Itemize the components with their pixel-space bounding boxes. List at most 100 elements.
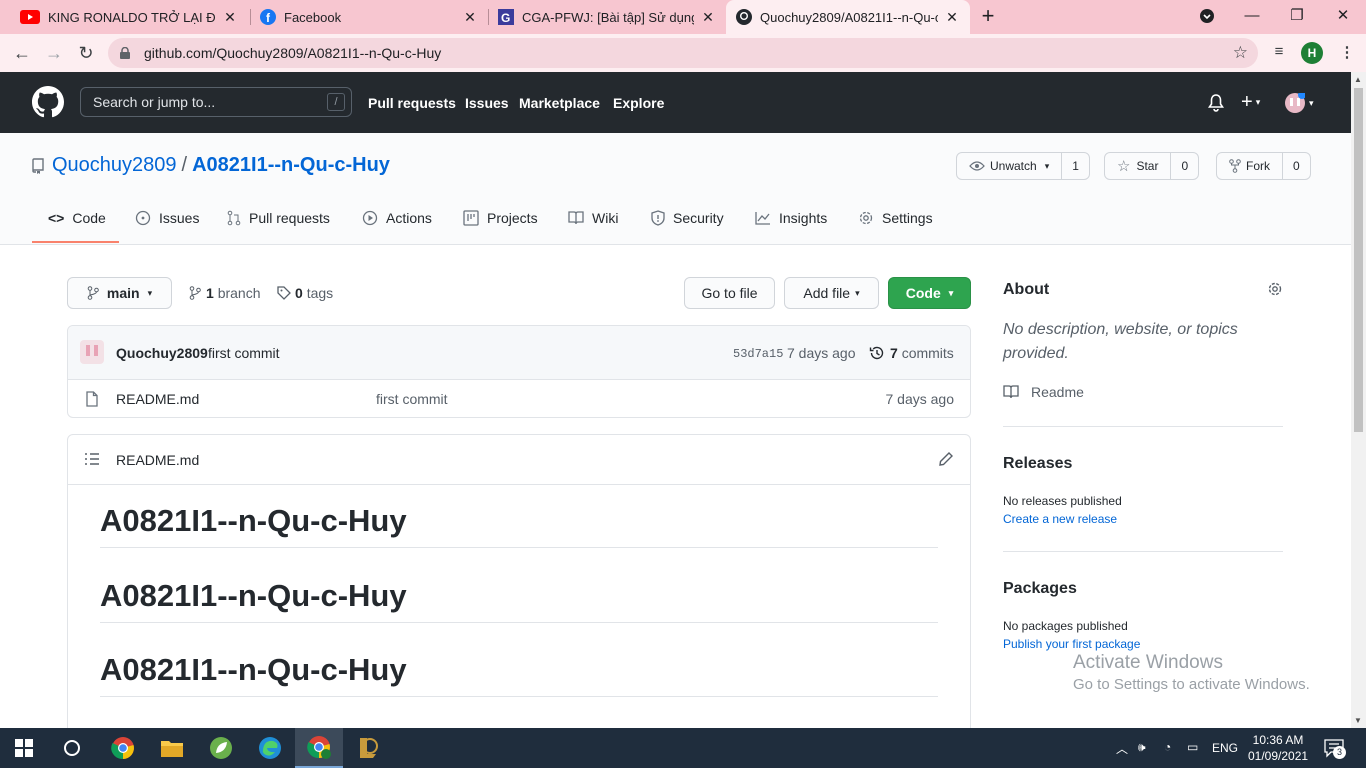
scrollbar-thumb[interactable] [1354,88,1363,432]
tab-label: Settings [882,210,933,226]
minimize-button[interactable]: — [1238,3,1266,29]
go-to-file-button[interactable]: Go to file [684,277,775,309]
scroll-down-arrow-icon[interactable]: ▼ [1354,716,1362,725]
tags-link[interactable]: 0 tags [277,285,333,301]
bookmark-star-icon[interactable]: ☆ [1233,43,1248,63]
tab-issues[interactable]: Issues [135,210,199,226]
tab-code[interactable]: <> Code [48,210,106,226]
language-indicator[interactable]: ENG [1212,741,1238,755]
profile-avatar[interactable]: H [1301,42,1323,64]
file-name-link[interactable]: README.md [116,391,199,407]
close-icon[interactable]: ✕ [700,9,716,26]
tab-label: Insights [779,210,828,226]
reading-list-icon[interactable]: ≡ [1268,43,1290,65]
watch-count[interactable]: 1 [1062,159,1089,173]
packages-title[interactable]: Packages [1003,580,1077,598]
search-input[interactable]: Search or jump to... / [80,87,352,117]
branch-select-button[interactable]: main ▾ [67,277,172,309]
browser-tab-youtube[interactable]: KING RONALDO TRỞ LẠI ĐẾ SÂN ✕ [10,0,248,34]
close-icon[interactable]: ✕ [222,9,238,26]
book-icon [1003,385,1019,399]
create-new-plus-icon[interactable]: + ▾ [1241,91,1260,114]
browser-tab-cga[interactable]: G CGA-PFWJ: [Bài tập] Sử dụng Git ✕ [488,0,726,34]
nav-explore[interactable]: Explore [613,95,664,111]
create-release-link[interactable]: Create a new release [1003,512,1117,526]
tab-label: Wiki [592,210,619,226]
chevron-down-icon: ▾ [1044,160,1050,171]
tab-insights[interactable]: Insights [755,210,827,226]
commit-sha[interactable]: 53d7a15 [733,347,783,361]
star-count[interactable]: 0 [1171,159,1198,173]
windows-start-icon[interactable] [0,728,48,768]
tab-title: Quochuy2809/A0821I1--n-Qu-c- [760,9,938,25]
league-launcher-icon[interactable] [344,728,392,768]
fork-button[interactable]: Fork 0 [1216,152,1311,180]
notifications-bell-icon[interactable] [1208,94,1224,112]
github-logo-icon[interactable] [32,86,64,118]
file-commit-message[interactable]: first commit [376,391,448,407]
menu-dots-icon[interactable]: ⋮ [1336,43,1358,65]
tab-wiki[interactable]: Wiki [568,210,618,226]
github-icon [736,9,752,25]
close-icon[interactable]: ✕ [944,9,960,26]
file-time: 7 days ago [885,391,955,407]
pencil-edit-icon[interactable] [938,451,954,467]
tag-word: tags [306,285,334,301]
new-tab-button[interactable]: + [976,5,1000,29]
history-icon [869,345,885,361]
nav-issues[interactable]: Issues [465,95,509,111]
tab-label: Pull requests [249,210,330,226]
gear-icon[interactable] [1267,281,1283,297]
code-dropdown-button[interactable]: Code ▾ [888,277,971,309]
search-circle-icon[interactable] [48,728,96,768]
repo-name-link[interactable]: A0821I1--n-Qu-c-Huy [192,154,390,177]
unwatch-button[interactable]: Unwatch ▾ 1 [956,152,1090,180]
commit-message[interactable]: first commit [208,345,280,361]
branches-link[interactable]: 1 branch [189,285,261,301]
clock[interactable]: 10:36 AM 01/09/2021 [1248,732,1308,764]
releases-title[interactable]: Releases [1003,455,1072,473]
back-arrow-icon[interactable]: ← [10,41,34,65]
readme-link[interactable]: Readme [1003,384,1084,400]
tab-security[interactable]: Security [651,210,724,226]
address-bar[interactable]: github.com/Quochuy2809/A0821I1--n-Qu-c-H… [108,38,1258,68]
fork-count[interactable]: 0 [1283,159,1310,173]
vertical-scrollbar[interactable]: ▲ ▼ [1351,72,1366,728]
commits-link[interactable]: 7 commits [869,345,954,361]
tab-projects[interactable]: Projects [463,210,538,226]
chrome-profile-icon[interactable] [295,728,343,768]
tab-actions[interactable]: Actions [362,210,432,226]
app-leaf-icon[interactable] [197,728,245,768]
volume-icon[interactable]: 🕪 [1138,740,1146,755]
star-button[interactable]: ☆ Star 0 [1104,152,1200,180]
tab-pull-requests[interactable]: Pull requests [227,210,330,226]
nav-pull-requests[interactable]: Pull requests [368,95,456,111]
forward-arrow-icon[interactable]: → [42,41,66,65]
network-icon[interactable]: ◔ [1164,740,1171,754]
repo-header: Quochuy2809 / A0821I1--n-Qu-c-Huy Unwatc… [0,133,1351,245]
list-icon[interactable] [84,452,100,466]
repo-owner-link[interactable]: Quochuy2809 [52,154,177,177]
tab-search-icon[interactable] [1193,3,1221,29]
browser-tab-github[interactable]: Quochuy2809/A0821I1--n-Qu-c- ✕ [726,0,970,34]
edge-icon[interactable] [246,728,294,768]
notification-center-icon[interactable]: 3 [1323,738,1346,759]
window-close-button[interactable]: ✕ [1329,3,1357,29]
tab-settings[interactable]: Settings [858,210,933,226]
restore-button[interactable]: ❐ [1283,3,1311,29]
commit-author[interactable]: Quochuy2809 [116,345,208,361]
browser-tab-facebook[interactable]: f Facebook ✕ [250,0,488,34]
avatar[interactable] [80,340,104,364]
user-avatar[interactable]: ▾ [1285,93,1314,113]
battery-icon[interactable]: ▭ [1187,740,1198,754]
nav-marketplace[interactable]: Marketplace [519,95,600,111]
reload-icon[interactable]: ↻ [74,41,98,65]
publish-package-link[interactable]: Publish your first package [1003,637,1140,651]
chrome-icon[interactable] [99,728,147,768]
show-hidden-icons-chevron-icon[interactable]: ︿ [1116,740,1128,757]
file-explorer-icon[interactable] [148,728,196,768]
scroll-up-arrow-icon[interactable]: ▲ [1354,75,1362,84]
clock-time: 10:36 AM [1252,733,1304,747]
add-file-button[interactable]: Add file ▾ [784,277,879,309]
close-icon[interactable]: ✕ [462,9,478,26]
